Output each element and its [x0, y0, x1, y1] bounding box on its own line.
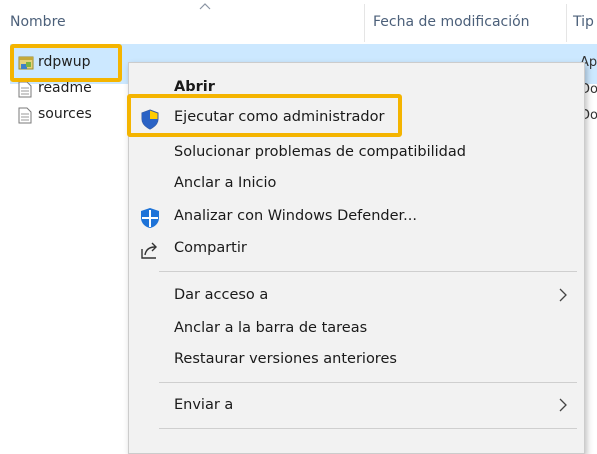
menu-item-label: Compartir	[174, 240, 247, 256]
chevron-right-icon	[558, 397, 568, 413]
text-document-icon	[18, 107, 34, 125]
menu-item-label: Anclar a la barra de tareas	[174, 320, 368, 336]
menu-item-label: Solucionar problemas de compatibilidad	[174, 144, 466, 160]
menu-item-defender-scan[interactable]: Analizar con Windows Defender...	[129, 202, 584, 232]
menu-item-compatibility[interactable]: Solucionar problemas de compatibilidad	[129, 138, 584, 168]
menu-item-label: Abrir	[174, 79, 215, 95]
menu-item-share[interactable]: Compartir	[129, 234, 584, 264]
menu-item-label: Restaurar versiones anteriores	[174, 351, 397, 367]
menu-item-label: Anclar a Inicio	[174, 175, 277, 191]
chevron-right-icon	[558, 287, 568, 303]
menu-separator	[159, 382, 577, 383]
column-name-header[interactable]: Nombre	[10, 14, 66, 30]
menu-item-restore-versions[interactable]: Restaurar versiones anteriores	[129, 345, 584, 375]
column-modified-header[interactable]: Fecha de modificación	[373, 14, 530, 30]
file-name: readme	[38, 80, 92, 96]
column-divider[interactable]	[364, 4, 365, 42]
windows-defender-icon	[139, 207, 161, 229]
menu-item-label: Dar acceso a	[174, 287, 269, 303]
menu-separator	[159, 428, 577, 429]
highlight-box-file	[10, 44, 122, 82]
menu-item-pin-start[interactable]: Anclar a Inicio	[129, 169, 584, 199]
text-document-icon	[18, 81, 34, 99]
menu-item-label: Enviar a	[174, 397, 234, 413]
sort-caret-icon	[198, 0, 212, 14]
menu-item-label: Analizar con Windows Defender...	[174, 208, 417, 224]
column-divider[interactable]	[566, 4, 567, 42]
menu-item-give-access[interactable]: Dar acceso a	[129, 281, 584, 311]
menu-separator	[159, 271, 577, 272]
file-name: sources	[38, 106, 92, 122]
menu-item-send-to[interactable]: Enviar a	[129, 391, 584, 421]
highlight-box-run-as-admin	[127, 94, 402, 137]
menu-item-pin-taskbar[interactable]: Anclar a la barra de tareas	[129, 314, 584, 344]
column-header: Nombre Fecha de modificación Tip	[0, 0, 597, 44]
column-type-header[interactable]: Tip	[573, 14, 594, 30]
share-icon	[139, 239, 161, 261]
